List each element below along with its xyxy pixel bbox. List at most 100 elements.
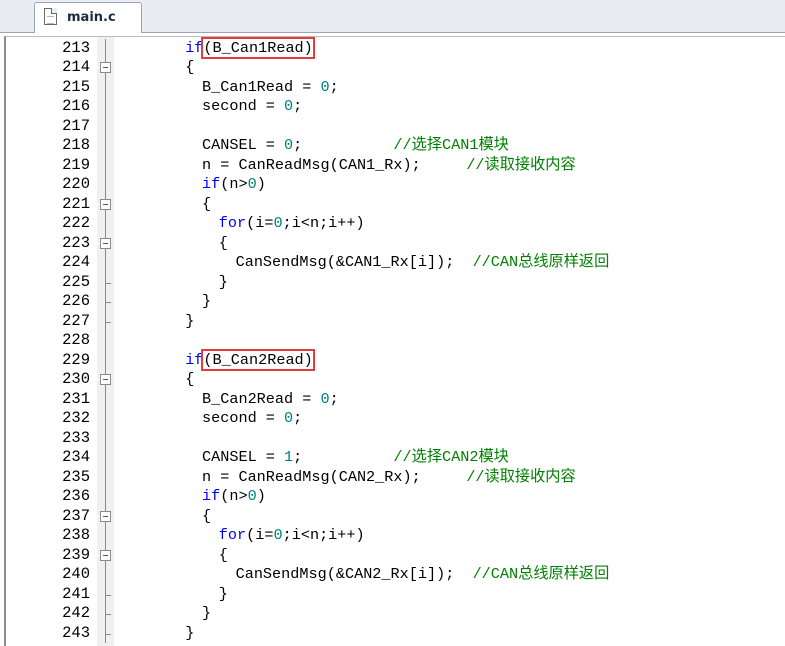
line-number: 242 [62, 604, 90, 622]
code-text: for(i=0;i<n;i++) [219, 526, 365, 546]
code-line[interactable]: 216 second = 0; [6, 97, 785, 117]
line-number: 232 [62, 409, 90, 427]
code-line[interactable]: 225} [6, 272, 785, 292]
code-token: second = [202, 97, 285, 115]
code-text: } [202, 604, 211, 624]
comment-token: //选择CAN1模块 [393, 136, 509, 154]
comment-token: //读取接收内容 [466, 155, 576, 174]
code-token: (i= [246, 526, 274, 544]
line-number: 235 [62, 467, 90, 486]
code-line[interactable]: 220 if(n>0) [6, 175, 785, 195]
code-editor[interactable]: 213 if(B_Can1Read) 214{215 B_Can1Read = 0; 2… [4, 36, 785, 646]
code-token: B_Can1Read = [202, 77, 321, 96]
comment-token: //CAN总线原样返回 [472, 253, 610, 271]
code-line[interactable]: 243} [6, 623, 785, 643]
code-token: } [218, 584, 228, 603]
tab-main-c[interactable]: main.c [34, 2, 142, 33]
code-line[interactable]: 240 CanSendMsg(&CAN2_Rx[i]); //CAN总线原样返回 [6, 565, 785, 585]
code-line[interactable]: 229 if(B_Can2Read) [6, 348, 785, 371]
number-token: 1 [284, 448, 294, 466]
fold-guide-line [97, 116, 114, 136]
line-number: 227 [62, 311, 90, 330]
code-token: } [202, 292, 212, 310]
code-token: { [202, 506, 212, 525]
code-text: if(n>0) [202, 175, 266, 195]
comment-token: //CAN总线原样返回 [472, 565, 610, 583]
code-token: { [218, 545, 228, 564]
fold-collapse-icon[interactable] [97, 370, 114, 390]
highlighted-condition: (B_Can1Read) [201, 37, 315, 59]
fold-collapse-icon[interactable] [97, 545, 114, 566]
code-token: ; [293, 409, 303, 427]
code-text: second = 0; [202, 409, 302, 429]
code-line[interactable]: 219 n = CanReadMsg(CAN1_Rx); //读取接收内容 [6, 155, 785, 176]
fold-end-marker [97, 623, 114, 643]
code-line[interactable]: 218 CANSEL = 0; //选择CAN1模块 [6, 136, 785, 156]
code-line[interactable]: 230 { [6, 370, 785, 390]
code-token: ; [329, 77, 339, 96]
line-number: 239 [62, 545, 90, 564]
code-line[interactable]: 238 for(i=0;i<n;i++) [6, 526, 785, 546]
number-token: 0 [284, 97, 294, 115]
code-line[interactable]: 233 [6, 428, 785, 448]
code-line[interactable]: 215 B_Can1Read = 0; [6, 77, 785, 97]
line-number: 241 [62, 584, 90, 603]
code-text: n = CanReadMsg(CAN1_Rx); //读取接收内容 [202, 156, 576, 176]
code-line[interactable]: 223 { [6, 233, 785, 254]
fold-guide-line [97, 467, 114, 487]
code-line[interactable]: 226} [6, 292, 785, 312]
code-text: if(B_Can2Read) [185, 348, 315, 371]
code-line[interactable]: 217 [6, 116, 785, 136]
code-line[interactable]: 224 CanSendMsg(&CAN1_Rx[i]); //CAN总线原样返回 [6, 253, 785, 273]
keyword-token: for [218, 526, 247, 544]
code-text: CanSendMsg(&CAN2_Rx[i]); //CAN总线原样返回 [236, 565, 610, 585]
line-number: 221 [62, 194, 90, 213]
code-text: } [202, 292, 211, 312]
fold-guide-line [97, 331, 114, 351]
code-token: { [218, 233, 228, 252]
fold-collapse-icon[interactable] [97, 194, 114, 215]
fold-guide-line [97, 565, 114, 585]
line-number: 219 [62, 155, 90, 174]
code-line[interactable]: 241} [6, 584, 785, 605]
code-line[interactable]: 231 B_Can2Read = 0; [6, 389, 785, 410]
highlighted-condition: (B_Can2Read) [201, 348, 315, 371]
code-line[interactable]: 221 { [6, 194, 785, 215]
code-text: CANSEL = 1; //选择CAN2模块 [202, 448, 509, 468]
fold-collapse-icon[interactable] [97, 233, 114, 254]
fold-guide-line [97, 350, 114, 370]
code-token: ) [256, 175, 266, 193]
line-number: 224 [62, 253, 90, 271]
code-line[interactable]: 214 { [6, 58, 785, 78]
line-number: 216 [62, 97, 90, 115]
code-line[interactable]: 234 CANSEL = 1; //选择CAN2模块 [6, 448, 785, 468]
code-token: } [185, 623, 195, 642]
fold-guide-line [97, 526, 114, 546]
fold-guide-line [97, 214, 114, 234]
code-text: } [185, 312, 194, 332]
number-token: 0 [273, 214, 283, 232]
line-number: 223 [62, 233, 90, 252]
fold-collapse-icon[interactable] [97, 58, 114, 78]
code-text: } [219, 585, 228, 605]
code-line[interactable]: 236 if(n>0) [6, 487, 785, 507]
code-line[interactable]: 235 n = CanReadMsg(CAN2_Rx); //读取接收内容 [6, 467, 785, 487]
keyword-token: if [202, 487, 221, 505]
code-line[interactable]: 227} [6, 311, 785, 332]
line-number: 214 [62, 58, 90, 76]
code-line[interactable]: 222 for(i=0;i<n;i++) [6, 214, 785, 234]
code-text: B_Can2Read = 0; [202, 390, 339, 410]
code-line[interactable]: 242} [6, 604, 785, 624]
line-number: 243 [62, 623, 90, 642]
code-line[interactable]: 232 second = 0; [6, 409, 785, 429]
code-line[interactable]: 228 [6, 331, 785, 351]
line-number: 228 [62, 331, 90, 349]
code-token: ; [293, 448, 394, 466]
fold-collapse-icon[interactable] [97, 506, 114, 527]
code-line[interactable]: 239 { [6, 545, 785, 566]
code-token: second = [202, 409, 285, 427]
code-line[interactable]: 237 { [6, 506, 785, 527]
fold-guide-line [97, 136, 114, 156]
fold-guide-line [97, 38, 114, 58]
code-line[interactable]: 213 if(B_Can1Read) [6, 37, 785, 59]
